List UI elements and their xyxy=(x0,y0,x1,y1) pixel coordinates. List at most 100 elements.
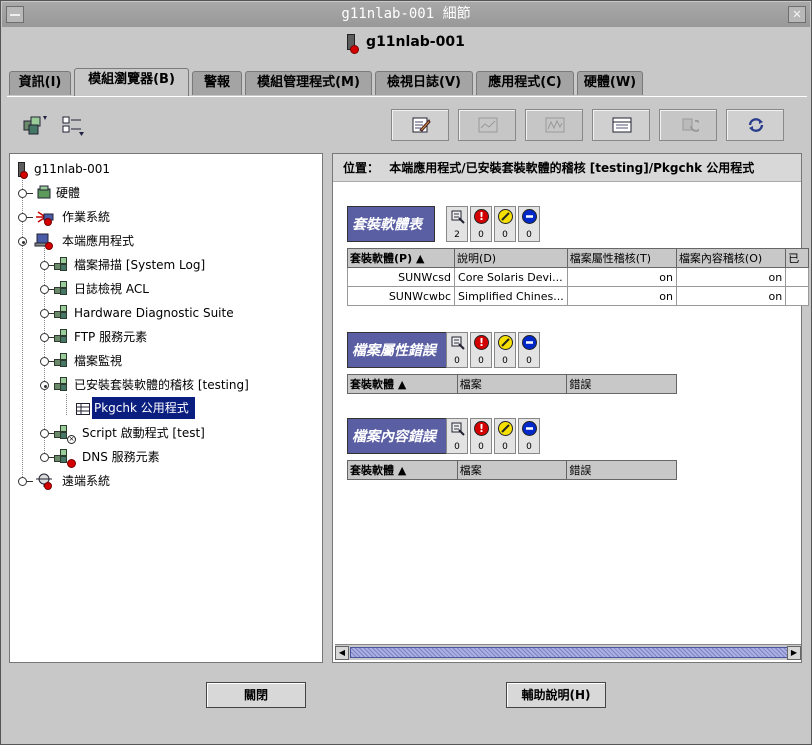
column-header-package[interactable]: 套裝軟體 ▲ xyxy=(347,460,458,480)
tree-item-pkg-audit[interactable]: 已安裝套裝軟體的稽核 [testing] xyxy=(10,374,310,396)
tree-item-label: Pkgchk 公用程式 xyxy=(92,397,195,419)
collapse-handle-icon[interactable] xyxy=(40,381,49,390)
column-header-error[interactable]: 錯誤 xyxy=(566,460,677,480)
window-menu-button[interactable] xyxy=(6,6,24,23)
close-button[interactable]: 關閉 xyxy=(206,682,306,708)
tree-item-log-acl[interactable]: 日誌檢視 ACL xyxy=(10,278,310,300)
view-options-icon[interactable] xyxy=(59,113,89,139)
title-bar[interactable]: g11nlab-001 細節 ✕ xyxy=(2,2,810,27)
warning-icon xyxy=(498,421,513,436)
tab-module-manager[interactable]: 模組管理程式(M) xyxy=(245,71,372,95)
expand-handle-icon[interactable] xyxy=(18,213,33,222)
tree-item-script[interactable]: × Script 啟動程式 [test] xyxy=(10,422,310,444)
horizontal-scrollbar[interactable]: ◀ ▶ xyxy=(335,644,801,660)
content-errors-table[interactable]: 套裝軟體 ▲ 檔案 錯誤 xyxy=(347,460,677,480)
critical-icon: ! xyxy=(474,209,489,224)
scroll-thumb[interactable] xyxy=(350,647,788,658)
graph-button[interactable] xyxy=(458,109,516,141)
chart-button[interactable] xyxy=(525,109,583,141)
tab-view-log[interactable]: 檢視日誌(V) xyxy=(375,71,473,95)
module-icon xyxy=(54,353,70,369)
remote-systems-icon xyxy=(36,473,52,490)
split-pane-divider[interactable] xyxy=(323,153,332,663)
expand-handle-icon[interactable] xyxy=(40,285,55,294)
close-window-button[interactable]: ✕ xyxy=(788,6,806,23)
table-row[interactable]: SUNWcsd Core Solaris Devi... on on xyxy=(346,267,809,287)
help-button[interactable]: 輔助說明(H) xyxy=(506,682,606,708)
flag-icon xyxy=(451,336,465,350)
expand-handle-icon[interactable] xyxy=(40,333,55,342)
chart-icon xyxy=(545,117,565,133)
column-header-package[interactable]: 套裝軟體 ▲ xyxy=(347,374,458,394)
modules-icon[interactable] xyxy=(21,113,51,139)
location-label: 位置： xyxy=(343,161,380,175)
expand-handle-icon[interactable] xyxy=(40,357,55,366)
info-icon xyxy=(522,335,537,350)
column-header-attr-audit[interactable]: 檔案屬性稽核(T) xyxy=(566,248,677,268)
attr-errors-table[interactable]: 套裝軟體 ▲ 檔案 錯誤 xyxy=(347,374,677,394)
stat-warning: 0 xyxy=(494,206,516,242)
refresh-button[interactable] xyxy=(659,109,717,141)
stat-info: 0 xyxy=(518,332,540,368)
tree-item-hardware[interactable]: 硬體 xyxy=(10,182,310,204)
flag-icon xyxy=(451,422,465,436)
column-header-package[interactable]: 套裝軟體(P) ▲ xyxy=(346,248,456,268)
tree-item-ftp[interactable]: FTP 服務元素 xyxy=(10,326,310,348)
column-header-description[interactable]: 說明(D) xyxy=(454,248,568,268)
tab-alarms[interactable]: 警報 xyxy=(192,71,242,95)
auto-refresh-button[interactable] xyxy=(726,109,784,141)
info-icon xyxy=(522,209,537,224)
tree-item-os[interactable]: 作業系統 xyxy=(10,206,310,228)
edit-button[interactable] xyxy=(391,109,449,141)
disabled-status-icon: × xyxy=(67,435,76,444)
collapse-handle-icon[interactable] xyxy=(18,237,27,246)
status-counts: 0 ! 0 0 0 xyxy=(446,332,542,368)
tree-item-label: 已安裝套裝軟體的稽核 [testing] xyxy=(74,378,249,392)
hardware-icon xyxy=(37,185,51,199)
critical-icon: ! xyxy=(474,335,489,350)
tree-item-label: DNS 服務元素 xyxy=(82,450,160,464)
expand-handle-icon[interactable] xyxy=(18,189,33,198)
tree-item-dns[interactable]: DNS 服務元素 xyxy=(10,446,310,468)
tree-item-remote[interactable]: 遠端系統 xyxy=(10,470,310,492)
expand-handle-icon[interactable] xyxy=(40,309,55,318)
packages-table[interactable]: 套裝軟體(P) ▲ 說明(D) 檔案屬性稽核(T) 檔案內容稽核(O) 已 SU… xyxy=(346,248,809,306)
tree-root[interactable]: g11nlab-001 xyxy=(10,158,310,180)
cell-description: Simplified Chines... xyxy=(454,286,568,306)
tree-item-label: 檔案監視 xyxy=(74,354,123,368)
table-view-button[interactable] xyxy=(592,109,650,141)
column-header-error[interactable]: 錯誤 xyxy=(566,374,677,394)
expand-handle-icon[interactable] xyxy=(40,453,55,462)
expand-handle-icon[interactable] xyxy=(40,261,55,270)
expand-handle-icon[interactable] xyxy=(40,429,55,438)
tree-item-file-scan[interactable]: 檔案掃描 [System Log] xyxy=(10,254,310,276)
stat-critical: ! 0 xyxy=(470,206,492,242)
alarm-icon xyxy=(350,45,360,54)
column-header-truncated[interactable]: 已 xyxy=(785,248,809,268)
tab-module-browser[interactable]: 模組瀏覽器(B) xyxy=(74,68,189,96)
window-title: g11nlab-001 細節 xyxy=(341,6,471,22)
tab-info[interactable]: 資訊(I) xyxy=(9,71,71,95)
critical-icon: ! xyxy=(474,421,489,436)
module-icon xyxy=(54,377,70,393)
column-header-file[interactable]: 檔案 xyxy=(456,460,568,480)
scroll-right-icon[interactable]: ▶ xyxy=(787,646,801,660)
column-header-file[interactable]: 檔案 xyxy=(456,374,568,394)
auto-refresh-icon xyxy=(748,118,764,132)
stat-total: 0 xyxy=(446,418,468,454)
tree-item-local-apps[interactable]: 本端應用程式 xyxy=(10,230,310,252)
table-header-row: 套裝軟體(P) ▲ 說明(D) 檔案屬性稽核(T) 檔案內容稽核(O) 已 xyxy=(346,248,809,268)
tree-item-hw-diag[interactable]: Hardware Diagnostic Suite xyxy=(10,302,310,324)
section-title-content-errors: 檔案內容錯誤 xyxy=(347,418,453,454)
tree-item-pkgchk[interactable]: Pkgchk 公用程式 xyxy=(10,397,310,420)
column-header-content-audit[interactable]: 檔案內容稽核(O) xyxy=(675,248,787,268)
tree-item-file-monitor[interactable]: 檔案監視 xyxy=(10,350,310,372)
table-row[interactable]: SUNWcwbc Simplified Chines... on on xyxy=(346,286,809,306)
expand-handle-icon[interactable] xyxy=(18,477,33,486)
scroll-left-icon[interactable]: ◀ xyxy=(335,646,349,660)
tab-hardware[interactable]: 硬體(W) xyxy=(577,71,643,95)
tree-item-label: 硬體 xyxy=(56,186,81,200)
stat-critical: ! 0 xyxy=(470,332,492,368)
module-tree[interactable]: g11nlab-001 硬體 作業系統 本端應用程式 檔案掃描 [System … xyxy=(9,153,323,663)
tab-applications[interactable]: 應用程式(C) xyxy=(476,71,574,95)
